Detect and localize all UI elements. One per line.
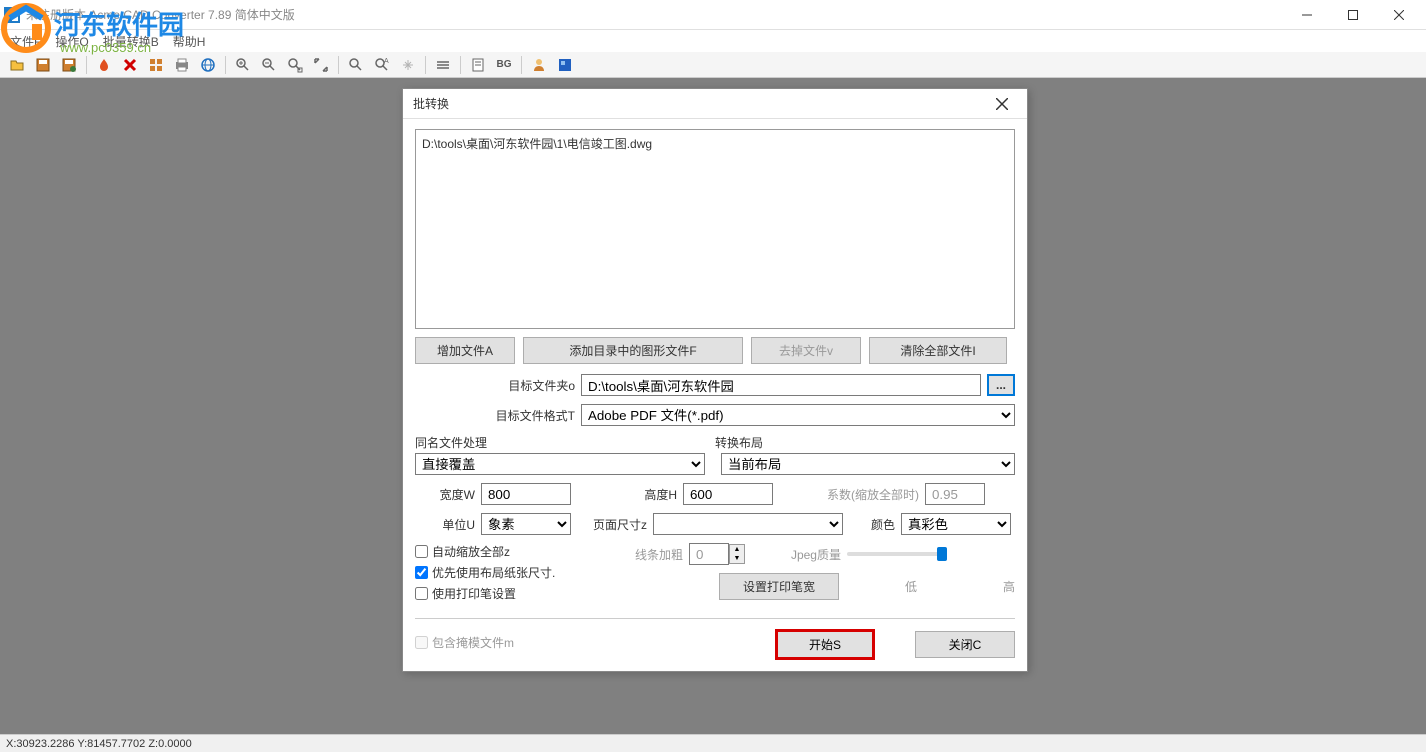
- user-icon[interactable]: [528, 54, 550, 76]
- jpeg-high-label: 高: [1003, 578, 1015, 595]
- menubar: 文件F 操作O 批量转换B 帮助H: [0, 30, 1426, 52]
- file-list[interactable]: D:\tools\桌面\河东软件园\1\电信竣工图.dwg: [415, 129, 1015, 329]
- layout-section-label: 转换布局: [715, 434, 763, 451]
- app-icon: [4, 7, 20, 23]
- height-input[interactable]: [683, 483, 773, 505]
- lineweight-label: 线条加粗: [623, 546, 683, 563]
- target-format-label: 目标文件格式T: [415, 407, 575, 424]
- zoom-out-icon[interactable]: [258, 54, 280, 76]
- print-icon[interactable]: [171, 54, 193, 76]
- dup-select[interactable]: 直接覆盖: [415, 453, 705, 475]
- window-title: 未注册版本 Acme CAD Converter 7.89 简体中文版: [26, 6, 1284, 23]
- remove-file-button[interactable]: 去掉文件v: [751, 337, 861, 364]
- width-input[interactable]: [481, 483, 571, 505]
- menu-file[interactable]: 文件F: [4, 31, 47, 52]
- menu-help[interactable]: 帮助H: [167, 31, 212, 52]
- pen-width-button[interactable]: 设置打印笔宽: [719, 573, 839, 600]
- list-item[interactable]: D:\tools\桌面\河东软件园\1\电信竣工图.dwg: [422, 134, 1008, 153]
- uselayout-label: 优先使用布局纸张尺寸.: [432, 564, 555, 581]
- add-file-button[interactable]: 增加文件A: [415, 337, 515, 364]
- dialog-title: 批转换: [413, 95, 987, 112]
- autoscale-checkbox[interactable]: [415, 545, 428, 558]
- pagesize-select[interactable]: [653, 513, 843, 535]
- bg-icon[interactable]: BG: [493, 54, 515, 76]
- svg-text:A: A: [384, 58, 389, 65]
- menu-operate[interactable]: 操作O: [49, 31, 94, 52]
- usepen-checkbox[interactable]: [415, 587, 428, 600]
- jpeg-slider: [847, 552, 947, 556]
- batch-convert-dialog: 批转换 D:\tools\桌面\河东软件园\1\电信竣工图.dwg 增加文件A …: [402, 88, 1028, 672]
- zoom-extents-icon[interactable]: [310, 54, 332, 76]
- save-as-icon[interactable]: [58, 54, 80, 76]
- zoom-all-icon[interactable]: A: [371, 54, 393, 76]
- maximize-button[interactable]: [1330, 0, 1376, 30]
- jpeg-label: Jpeg质量: [751, 546, 841, 563]
- flame-icon[interactable]: [93, 54, 115, 76]
- zoom-window-icon[interactable]: [284, 54, 306, 76]
- dialog-close-button[interactable]: [987, 89, 1017, 119]
- doc-icon[interactable]: [467, 54, 489, 76]
- unit-label: 单位U: [415, 516, 475, 533]
- target-folder-label: 目标文件夹o: [415, 377, 575, 394]
- color-select[interactable]: 真彩色: [901, 513, 1011, 535]
- close-button-dialog[interactable]: 关闭C: [915, 631, 1015, 658]
- status-coords: X:30923.2286 Y:81457.7702 Z:0.0000: [6, 738, 192, 750]
- statusbar: X:30923.2286 Y:81457.7702 Z:0.0000: [0, 734, 1426, 752]
- target-folder-input[interactable]: [581, 374, 981, 396]
- window-titlebar: 未注册版本 Acme CAD Converter 7.89 简体中文版: [0, 0, 1426, 30]
- autoscale-label: 自动缩放全部z: [432, 543, 510, 560]
- toolbar: A BG: [0, 52, 1426, 78]
- width-label: 宽度W: [415, 486, 475, 503]
- lineweight-input: [689, 543, 729, 565]
- scale-input: [925, 483, 985, 505]
- scale-label: 系数(缩放全部时): [779, 486, 919, 503]
- color-label: 颜色: [849, 516, 895, 533]
- close-button[interactable]: [1376, 0, 1422, 30]
- start-button[interactable]: 开始S: [775, 629, 875, 660]
- x-red-icon[interactable]: [119, 54, 141, 76]
- include-mask-label: 包含掩模文件m: [432, 634, 514, 651]
- browse-button[interactable]: ...: [987, 374, 1015, 396]
- lineweight-spinner: ▲▼: [729, 544, 745, 564]
- add-folder-button[interactable]: 添加目录中的图形文件F: [523, 337, 743, 364]
- dialog-titlebar[interactable]: 批转换: [403, 89, 1027, 119]
- unit-select[interactable]: 象素: [481, 513, 571, 535]
- globe-icon[interactable]: [197, 54, 219, 76]
- save-icon[interactable]: [32, 54, 54, 76]
- uselayout-checkbox[interactable]: [415, 566, 428, 579]
- blue-square-icon[interactable]: [554, 54, 576, 76]
- grid-icon[interactable]: [145, 54, 167, 76]
- include-mask-checkbox: [415, 636, 428, 649]
- jpeg-low-label: 低: [905, 578, 917, 595]
- zoom-in-icon[interactable]: [232, 54, 254, 76]
- menu-batch[interactable]: 批量转换B: [97, 31, 165, 52]
- usepen-label: 使用打印笔设置: [432, 585, 516, 602]
- pan-icon[interactable]: [397, 54, 419, 76]
- zoom-fit-icon[interactable]: [345, 54, 367, 76]
- clear-all-button[interactable]: 清除全部文件I: [869, 337, 1007, 364]
- dup-section-label: 同名文件处理: [415, 434, 715, 451]
- layout-select[interactable]: 当前布局: [721, 453, 1015, 475]
- minimize-button[interactable]: [1284, 0, 1330, 30]
- layer-icon[interactable]: [432, 54, 454, 76]
- open-icon[interactable]: [6, 54, 28, 76]
- pagesize-label: 页面尺寸z: [577, 516, 647, 533]
- height-label: 高度H: [577, 486, 677, 503]
- target-format-select[interactable]: Adobe PDF 文件(*.pdf): [581, 404, 1015, 426]
